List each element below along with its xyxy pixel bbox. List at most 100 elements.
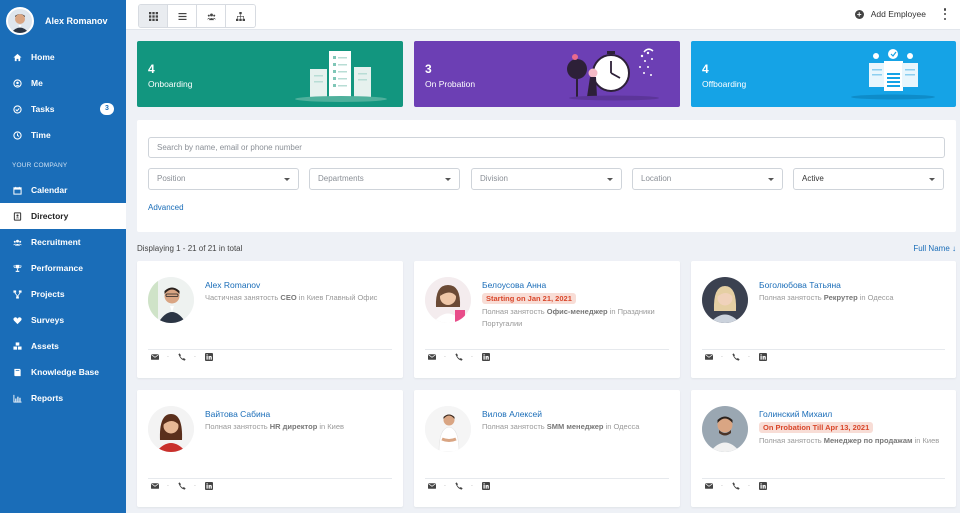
sidebar-item-label: Me bbox=[31, 78, 43, 88]
location-select-label: Location bbox=[641, 174, 672, 183]
sidebar-item-tasks[interactable]: Tasks 3 bbox=[0, 96, 126, 122]
onboarding-illustration bbox=[295, 51, 387, 102]
sidebar-item-knowledge-base[interactable]: Knowledge Base bbox=[0, 359, 126, 385]
email-icon[interactable] bbox=[704, 481, 713, 490]
linkedin-icon[interactable] bbox=[758, 352, 767, 361]
email-icon[interactable] bbox=[704, 352, 713, 361]
sort-by-full-name[interactable]: Full Name ↓ bbox=[913, 244, 956, 253]
sidebar-item-projects[interactable]: Projects bbox=[0, 281, 126, 307]
filter-panel: Position Departments Division Location A… bbox=[137, 120, 956, 232]
phone-icon[interactable] bbox=[454, 352, 463, 361]
employee-photo[interactable] bbox=[425, 406, 471, 452]
more-menu-icon[interactable] bbox=[942, 8, 948, 20]
chevron-down-icon bbox=[607, 178, 613, 181]
sidebar-item-reports[interactable]: Reports bbox=[0, 385, 126, 411]
employee-card: Вайтова Сабина Полная занятость HR дирек… bbox=[137, 390, 403, 507]
sidebar-item-time[interactable]: Time bbox=[0, 122, 126, 148]
phone-icon[interactable] bbox=[177, 481, 186, 490]
linkedin-icon[interactable] bbox=[481, 481, 490, 490]
list-view-button[interactable] bbox=[168, 5, 197, 27]
org-chart-view-button[interactable] bbox=[226, 5, 255, 27]
employee-card: Alex Romanov Частичная занятость CEO in … bbox=[137, 261, 403, 378]
email-icon[interactable] bbox=[150, 352, 159, 361]
card-divider bbox=[702, 349, 945, 350]
user-name: Alex Romanov bbox=[45, 16, 108, 26]
address-book-icon bbox=[12, 211, 22, 221]
sidebar-item-label: Performance bbox=[31, 263, 83, 273]
employee-name[interactable]: Голинский Михаил bbox=[759, 409, 832, 419]
employee-photo[interactable] bbox=[702, 277, 748, 323]
search-input[interactable] bbox=[148, 137, 945, 158]
position-select[interactable]: Position bbox=[148, 168, 299, 190]
sidebar-section-label: YOUR COMPANY bbox=[12, 162, 68, 169]
sidebar-user[interactable]: Alex Romanov bbox=[0, 0, 126, 42]
employee-card: Белоусова Анна Starting on Jan 21, 2021 … bbox=[414, 261, 680, 378]
linkedin-icon[interactable] bbox=[481, 352, 490, 361]
phone-icon[interactable] bbox=[731, 481, 740, 490]
on-probation-illustration bbox=[567, 48, 659, 101]
employee-name[interactable]: Вилов Алексей bbox=[482, 409, 542, 419]
chevron-down-icon bbox=[445, 178, 451, 181]
on-probation-card[interactable]: 3 On Probation bbox=[414, 41, 680, 107]
sidebar-item-assets[interactable]: Assets bbox=[0, 333, 126, 359]
employee-name[interactable]: Белоусова Анна bbox=[482, 280, 546, 290]
sidebar-item-me[interactable]: Me bbox=[0, 70, 126, 96]
offboarding-card[interactable]: 4 Offboarding bbox=[691, 41, 956, 107]
calendar-icon bbox=[12, 185, 22, 195]
phone-icon[interactable] bbox=[177, 352, 186, 361]
card-actions: · · bbox=[427, 481, 490, 490]
sidebar-item-calendar[interactable]: Calendar bbox=[0, 177, 126, 203]
sidebar-item-surveys[interactable]: Surveys bbox=[0, 307, 126, 333]
linkedin-icon[interactable] bbox=[204, 481, 213, 490]
list-view-icon bbox=[178, 12, 186, 20]
departments-select[interactable]: Departments bbox=[309, 168, 460, 190]
card-divider bbox=[425, 349, 669, 350]
phone-icon[interactable] bbox=[454, 481, 463, 490]
phone-icon[interactable] bbox=[731, 352, 740, 361]
linkedin-icon[interactable] bbox=[758, 481, 767, 490]
sidebar-item-label: Calendar bbox=[31, 185, 68, 195]
employee-photo[interactable] bbox=[148, 277, 194, 323]
sitemap-icon bbox=[12, 289, 22, 299]
employee-photo[interactable] bbox=[148, 406, 194, 452]
sidebar-item-label: Home bbox=[31, 52, 55, 62]
employee-card: Вилов Алексей Полная занятость SMM менед… bbox=[414, 390, 680, 507]
location-select[interactable]: Location bbox=[632, 168, 783, 190]
cubes-icon bbox=[12, 341, 22, 351]
employee-name[interactable]: Боголюбова Татьяна bbox=[759, 280, 841, 290]
employee-name[interactable]: Вайтова Сабина bbox=[205, 409, 270, 419]
trophy-icon bbox=[12, 263, 22, 273]
sidebar-item-directory[interactable]: Directory bbox=[0, 203, 126, 229]
grid-view-button[interactable] bbox=[139, 5, 168, 27]
avatar[interactable] bbox=[6, 7, 34, 35]
tasks-count-badge: 3 bbox=[100, 103, 114, 115]
sidebar-item-performance[interactable]: Performance bbox=[0, 255, 126, 281]
view-switcher bbox=[138, 4, 256, 28]
status-select[interactable]: Active bbox=[793, 168, 944, 190]
sidebar-item-home[interactable]: Home bbox=[0, 44, 126, 70]
card-divider bbox=[702, 478, 945, 479]
employee-photo[interactable] bbox=[425, 277, 471, 323]
email-icon[interactable] bbox=[427, 352, 436, 361]
card-actions: · · bbox=[704, 481, 767, 490]
linkedin-icon[interactable] bbox=[204, 352, 213, 361]
advanced-filters-link[interactable]: Advanced bbox=[148, 203, 184, 212]
sidebar-item-label: Knowledge Base bbox=[31, 367, 100, 377]
division-select[interactable]: Division bbox=[471, 168, 622, 190]
email-icon[interactable] bbox=[427, 481, 436, 490]
email-icon[interactable] bbox=[150, 481, 159, 490]
employee-card: Голинский Михаил On Probation Till Apr 1… bbox=[691, 390, 956, 507]
chevron-down-icon bbox=[768, 178, 774, 181]
sidebar-nav-top: Home Me Tasks 3 Time bbox=[0, 44, 126, 148]
add-employee-button[interactable]: + Add Employee bbox=[854, 9, 926, 19]
check-circle-icon bbox=[12, 104, 22, 114]
team-view-button[interactable] bbox=[197, 5, 226, 27]
employee-name[interactable]: Alex Romanov bbox=[205, 280, 260, 290]
employee-card: Боголюбова Татьяна Полная занятость Рекр… bbox=[691, 261, 956, 378]
sidebar-item-recruitment[interactable]: Recruitment bbox=[0, 229, 126, 255]
onboarding-card[interactable]: 4 Onboarding bbox=[137, 41, 403, 107]
topbar: + Add Employee bbox=[126, 0, 960, 30]
offboarding-illustration bbox=[851, 49, 935, 100]
employee-details: Полная занятость SMM менеджер in Одесса bbox=[482, 422, 640, 431]
employee-photo[interactable] bbox=[702, 406, 748, 452]
